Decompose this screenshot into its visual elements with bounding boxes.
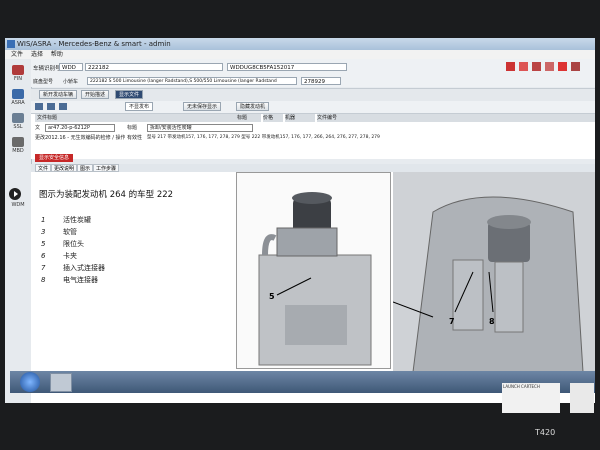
vin-label: 车辆识别号 [33, 66, 61, 72]
nav-item-fin[interactable]: FIN [7, 65, 29, 82]
nav-item-ssl[interactable]: SSL [7, 113, 29, 130]
callout-8: 8 [489, 317, 495, 326]
callout-7: 7 [449, 317, 455, 326]
vin-type-select[interactable]: WDD [59, 63, 83, 71]
tag-icon[interactable] [532, 62, 541, 71]
installed-drawing: 7 8 [392, 172, 595, 373]
window-title: WIS/ASRA - Mercedes-Benz & smart - admin [17, 40, 171, 48]
tab-document[interactable]: 文件 [35, 164, 52, 172]
laptop-sticker: LAUNCH CARTECH [502, 383, 560, 413]
stop-icon[interactable] [506, 62, 515, 71]
down-icon[interactable] [59, 103, 67, 110]
start-button-icon[interactable] [20, 372, 40, 392]
model-category: 小轿车 [63, 79, 79, 85]
grid-header-doc-title: 文件标题 [35, 114, 237, 122]
pencil-icon[interactable] [545, 62, 554, 71]
hide-engine-checkbox[interactable]: 隐藏发动机 [236, 102, 270, 111]
grid-header-title: 标题 [237, 114, 261, 122]
print-icon[interactable] [558, 62, 567, 71]
laptop-model-label: T420 [535, 428, 556, 437]
engine-code[interactable]: 278929 [301, 77, 341, 85]
tab-change-notes[interactable]: 更改说明 [51, 164, 78, 172]
tools-icon [12, 113, 24, 123]
legend-item: 6 卡夹 [41, 252, 77, 260]
new-vehicle-button[interactable]: 新开发动车辆 [39, 90, 78, 99]
wdm-label: WDM [11, 202, 25, 208]
document-grid: 文件标题 标题 价格 机器 文件编号 文 ar47.20-p-6212P 标题 … [31, 114, 595, 159]
legend-item: 3 软管 [41, 228, 77, 236]
play-icon[interactable] [9, 188, 21, 200]
validity-label: 有效性 [127, 135, 143, 141]
legend-item: 1 活性炭罐 [41, 216, 91, 224]
grid-row-label: 文 [35, 125, 41, 131]
doc-number[interactable]: ar47.20-p-6212P [45, 124, 115, 132]
grid-header-price: 价格 [263, 114, 283, 122]
callout-5: 5 [269, 292, 275, 301]
fin-field[interactable]: WDDUG8CB5FA152017 [227, 63, 347, 71]
title-label: 标题 [127, 125, 138, 131]
validity-value: 型号 217 带发动机157, 176, 177, 278, 279 型号 22… [147, 135, 380, 140]
legend-item: 7 插入式连接器 [41, 264, 105, 272]
grid-header-doc-number: 文件编号 [317, 114, 595, 122]
tab-bar: 文件 更改说明 图示 工作步骤 [31, 164, 595, 172]
change-value: 2012.16 - 无生效编码的检修 / 操作员 [45, 135, 125, 141]
illustration-canister: 5 [236, 172, 391, 369]
legend-item: 8 电气连接器 [41, 276, 98, 284]
menu-file[interactable]: 文件 [11, 50, 23, 59]
tab-work-steps[interactable]: 工作步骤 [93, 164, 120, 172]
vin-input[interactable]: 222182 [85, 63, 223, 71]
legend-item: 5 限位头 [41, 240, 84, 248]
nav-item-asra[interactable]: ASRA [7, 89, 29, 106]
filter-row: 不显发布 无未保存显示 隐藏发动机 [31, 101, 595, 114]
document-heading: 图示为装配发动机 264 的车型 222 [39, 190, 174, 200]
application-window: WIS/ASRA - Mercedes-Benz & smart - admin… [5, 38, 595, 403]
document-content: 图示为装配发动机 264 的车型 222 1 活性炭罐 3 软管 5 限位头 6 卡夹 … [31, 172, 595, 403]
unsaved-display-checkbox[interactable]: 无未保存显示 [183, 102, 222, 111]
vehicle-id-row: 车辆识别号 WDD 222182 WDDUG8CB5FA152017 [31, 59, 595, 76]
nav-item-mbd[interactable]: MBD [7, 137, 29, 154]
help-icon[interactable] [571, 62, 580, 71]
display-filter-select[interactable]: 不显发布 [125, 102, 154, 111]
taskbar-app-icon[interactable] [50, 373, 72, 392]
car-icon [12, 65, 24, 75]
model-label: 底盘型号 [33, 79, 54, 85]
wrench-icon [12, 89, 24, 99]
grid-header-machine: 机器 [285, 114, 315, 122]
show-document-button[interactable]: 显示文件 [115, 90, 144, 99]
app-icon [7, 40, 15, 48]
model-row: 底盘型号 小轿车 222182 S 500 Limousine (langer … [31, 75, 595, 87]
edit-icon[interactable] [519, 62, 528, 71]
back-icon[interactable] [35, 103, 43, 110]
doc-title-value: 拆卸/安装活性炭罐 [147, 124, 253, 132]
tab-illustration[interactable]: 图示 [77, 164, 94, 172]
title-bar: WIS/ASRA - Mercedes-Benz & smart - admin [5, 38, 595, 50]
menu-help[interactable]: 帮助 [51, 50, 63, 59]
start-description-button[interactable]: 开始描述 [81, 90, 110, 99]
canister-drawing: 5 [258, 192, 372, 366]
change-label: 更改 [35, 135, 46, 141]
menu-bar: 文件 选择 帮助 [5, 50, 595, 59]
left-sidebar: FIN ASRA SSL MBD [5, 59, 32, 403]
toolbar: 新开发动车辆 开始描述 显示文件 [31, 88, 595, 101]
forward-icon[interactable] [47, 103, 55, 110]
menu-select[interactable]: 选择 [31, 50, 43, 59]
database-icon [12, 137, 24, 147]
model-description[interactable]: 222182 S 500 Limousine (langer Radstand)… [87, 77, 297, 85]
illustration-installed: 7 8 [392, 172, 595, 373]
safety-info-tab[interactable]: 显示安全信息 [35, 154, 73, 162]
laptop-sticker-2 [570, 383, 594, 413]
